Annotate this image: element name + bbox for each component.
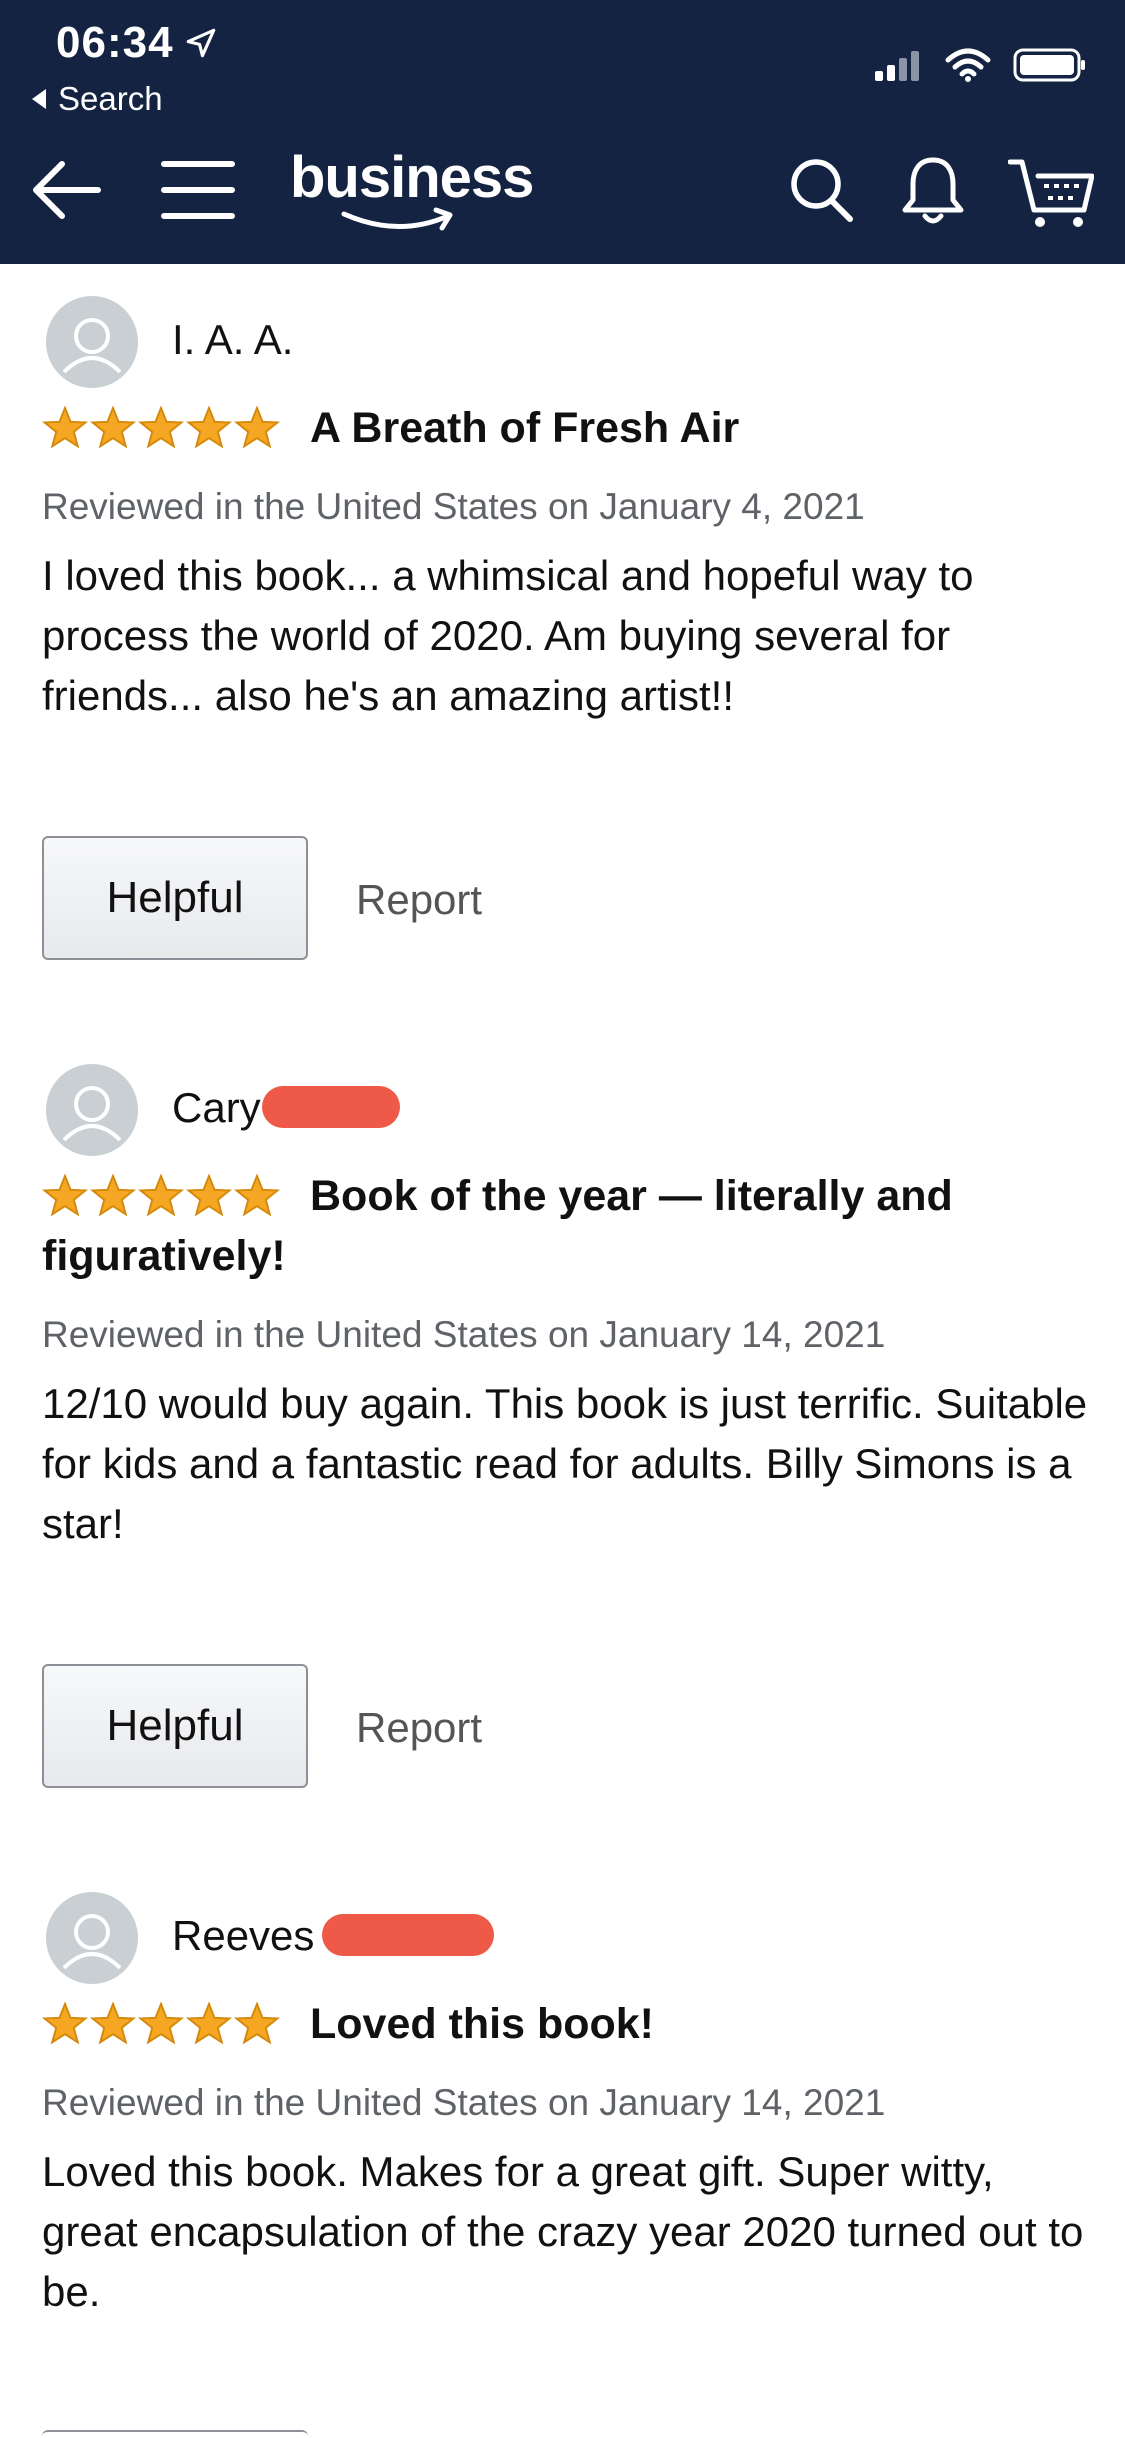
avatar — [46, 296, 138, 388]
review-body: I loved this book... a whimsical and hop… — [42, 552, 974, 719]
redaction-mark — [262, 1086, 400, 1128]
nav-bar: business — [0, 140, 1125, 244]
redaction-mark — [322, 1914, 494, 1956]
search-icon[interactable] — [788, 156, 854, 224]
back-to-search[interactable]: Search — [30, 80, 163, 118]
review-date: Reviewed in the United States on January… — [42, 2082, 886, 2123]
reviewer-name[interactable]: Reeves — [172, 1912, 314, 1960]
default-avatar-icon — [62, 1914, 122, 1970]
report-link[interactable]: Report — [356, 1704, 482, 1752]
default-avatar-icon — [62, 1086, 122, 1142]
status-time-text: 06:34 — [56, 18, 174, 67]
status-time: 06:34 — [56, 18, 218, 68]
wifi-icon — [945, 48, 991, 82]
location-arrow-icon — [186, 28, 215, 58]
back-triangle-icon — [32, 89, 46, 109]
review-title[interactable]: Book of the year — literally and figurat… — [42, 1166, 1082, 1286]
review-date: Reviewed in the United States on January… — [42, 1314, 886, 1355]
battery-icon — [1013, 48, 1085, 82]
reviewer-name[interactable]: I. A. A. — [172, 316, 293, 364]
reviewer-name[interactable]: Cary — [172, 1084, 261, 1132]
avatar — [46, 1064, 138, 1156]
review-date: Reviewed in the United States on January… — [42, 486, 865, 527]
report-link[interactable]: Report — [356, 876, 482, 924]
business-logo[interactable]: business — [290, 144, 534, 211]
helpful-button[interactable]: Helpful — [42, 1664, 308, 1788]
helpful-button-partial[interactable] — [42, 2430, 308, 2438]
status-indicators — [873, 48, 1087, 82]
signal-icon — [875, 51, 919, 81]
helpful-button[interactable]: Helpful — [42, 836, 308, 960]
logo-text: business — [290, 145, 534, 210]
back-to-search-label: Search — [58, 80, 163, 117]
cart-icon[interactable] — [1008, 154, 1094, 230]
avatar — [46, 1892, 138, 1984]
hamburger-menu-icon[interactable] — [160, 158, 236, 222]
logo-smile-icon — [341, 207, 453, 231]
app-header: 06:34 Search business — [0, 0, 1125, 264]
back-arrow-icon[interactable] — [30, 158, 102, 222]
review-body: 12/10 would buy again. This book is just… — [42, 1380, 1088, 1547]
review-title[interactable]: Loved this book! — [42, 1994, 1082, 2054]
bell-icon[interactable] — [900, 154, 966, 226]
review-body: Loved this book. Makes for a great gift.… — [42, 2148, 1084, 2315]
review-title[interactable]: A Breath of Fresh Air — [42, 398, 1082, 458]
default-avatar-icon — [62, 318, 122, 374]
